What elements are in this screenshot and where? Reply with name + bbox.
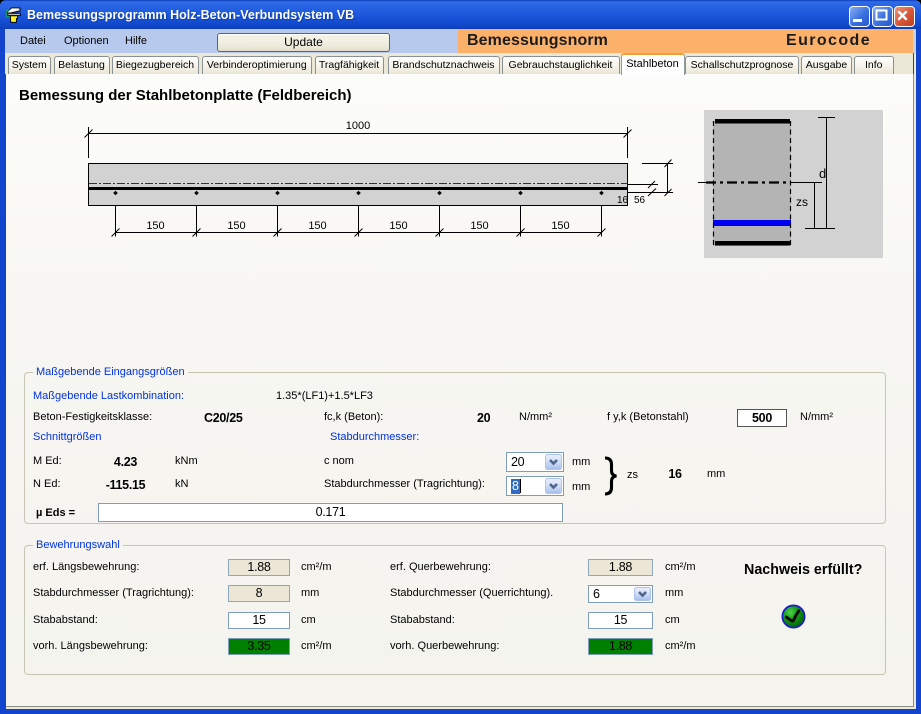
svg-text:150: 150 [146,220,164,232]
svg-text:1000: 1000 [346,120,370,132]
svg-text:150: 150 [551,220,569,232]
svg-text:150: 150 [389,220,407,232]
svg-text:zs: zs [796,195,808,209]
svg-text:d: d [819,166,826,181]
svg-text:150: 150 [227,220,245,232]
svg-text:56: 56 [634,195,646,206]
svg-text:16: 16 [617,195,629,206]
svg-text:150: 150 [308,220,326,232]
svg-text:150: 150 [470,220,488,232]
